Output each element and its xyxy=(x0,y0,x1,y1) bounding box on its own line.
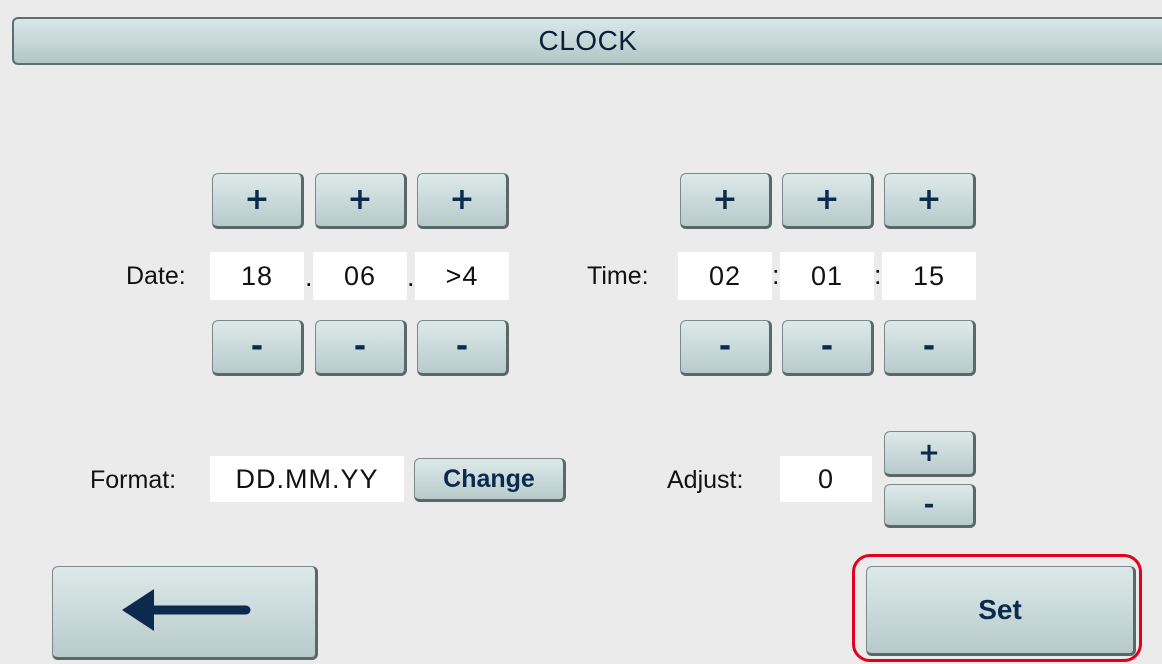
plus-icon: + xyxy=(916,182,942,217)
back-button[interactable] xyxy=(52,566,318,660)
date-year-field[interactable]: >4 xyxy=(415,252,509,300)
time-second-minus-button[interactable]: - xyxy=(884,320,976,376)
set-button[interactable]: Set xyxy=(866,566,1136,656)
time-second-plus-button[interactable]: + xyxy=(884,173,976,229)
plus-icon: + xyxy=(449,182,475,217)
adjust-field[interactable]: 0 xyxy=(780,456,872,502)
page-title: CLOCK xyxy=(538,25,638,56)
plus-icon: + xyxy=(244,182,270,217)
date-month-field[interactable]: 06 xyxy=(313,252,407,300)
plus-icon: + xyxy=(918,438,940,468)
change-button-label: Change xyxy=(443,464,535,493)
format-label: Format: xyxy=(90,466,177,494)
minus-icon: - xyxy=(250,329,264,364)
time-hour-field[interactable]: 02 xyxy=(678,252,772,300)
date-year-plus-button[interactable]: + xyxy=(417,173,509,229)
format-field: DD.MM.YY xyxy=(210,456,404,502)
date-separator: . xyxy=(305,262,313,292)
time-hour-minus-button[interactable]: - xyxy=(680,320,772,376)
time-second-field[interactable]: 15 xyxy=(882,252,976,300)
set-button-label: Set xyxy=(978,594,1022,625)
time-separator: : xyxy=(874,260,882,290)
date-day-plus-button[interactable]: + xyxy=(212,173,304,229)
arrow-left-icon xyxy=(114,585,254,640)
time-minute-minus-button[interactable]: - xyxy=(782,320,874,376)
plus-icon: + xyxy=(712,182,738,217)
date-year-minus-button[interactable]: - xyxy=(417,320,509,376)
adjust-label: Adjust: xyxy=(667,466,744,494)
adjust-plus-button[interactable]: + xyxy=(884,431,976,477)
time-minute-field[interactable]: 01 xyxy=(780,252,874,300)
time-hour-plus-button[interactable]: + xyxy=(680,173,772,229)
date-day-field[interactable]: 18 xyxy=(210,252,304,300)
date-day-minus-button[interactable]: - xyxy=(212,320,304,376)
minus-icon: - xyxy=(820,329,834,364)
adjust-minus-button[interactable]: - xyxy=(884,484,976,528)
clock-screen: CLOCK + + + Date: 18 . 06 . >4 - - - + +… xyxy=(0,0,1162,664)
date-separator: . xyxy=(407,262,415,292)
date-month-plus-button[interactable]: + xyxy=(315,173,407,229)
minus-icon: - xyxy=(718,329,732,364)
title-bar: CLOCK xyxy=(12,17,1162,65)
time-separator: : xyxy=(772,260,780,290)
date-label: Date: xyxy=(126,262,186,290)
minus-icon: - xyxy=(922,329,936,364)
minus-icon: - xyxy=(923,490,935,520)
minus-icon: - xyxy=(455,329,469,364)
time-label: Time: xyxy=(587,262,649,290)
plus-icon: + xyxy=(347,182,373,217)
date-month-minus-button[interactable]: - xyxy=(315,320,407,376)
plus-icon: + xyxy=(814,182,840,217)
time-minute-plus-button[interactable]: + xyxy=(782,173,874,229)
change-format-button[interactable]: Change xyxy=(414,458,566,502)
minus-icon: - xyxy=(353,329,367,364)
